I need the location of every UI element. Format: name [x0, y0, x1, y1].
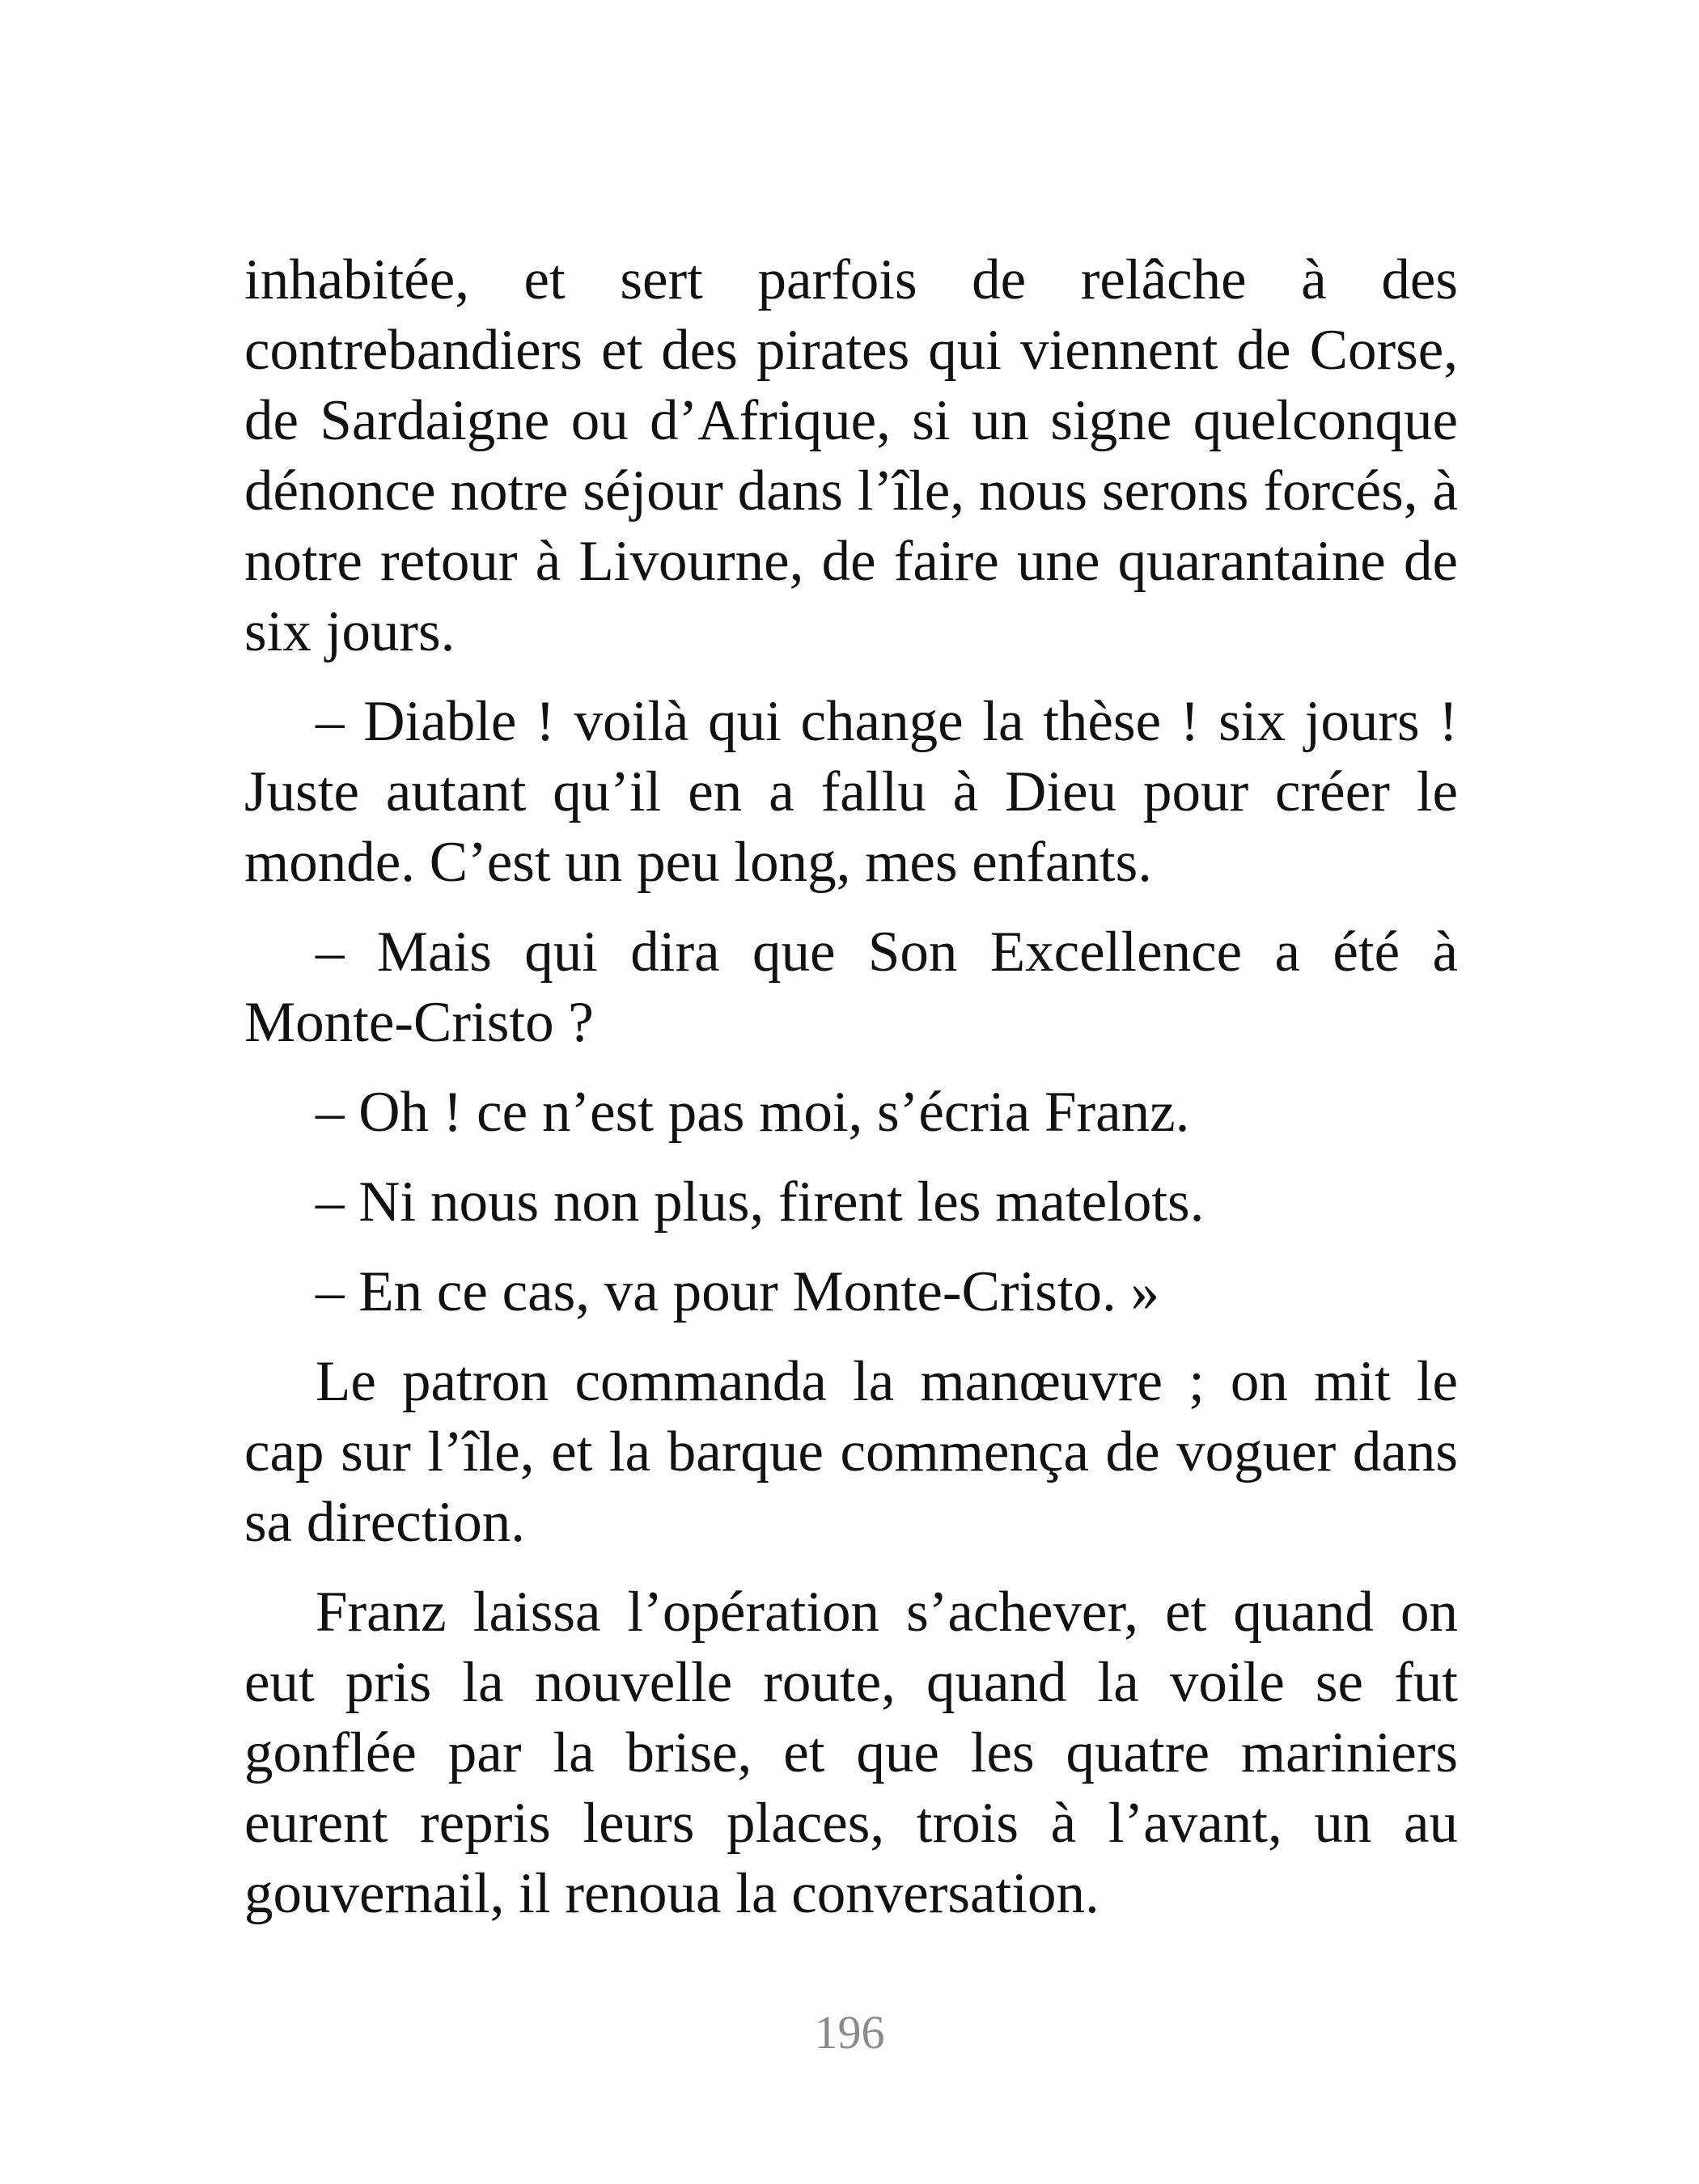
paragraph-narration: Le patron commanda la manœuvre ; on mit … [244, 1350, 1458, 1554]
page-number: 196 [814, 2006, 885, 2059]
paragraph-narration: Franz laissa l’opération s’achever, et q… [244, 1581, 1458, 1925]
body-text: inhabitée, et sert parfois de relâche à … [244, 245, 1458, 1949]
paragraph-dialogue: – En ce cas, va pour Monte-Cristo. » [316, 1260, 1160, 1323]
paragraph-dialogue: – Mais qui dira que Son Excellence a été… [244, 921, 1458, 1054]
book-page: inhabitée, et sert parfois de relâche à … [0, 0, 1699, 2184]
paragraph-dialogue: – Ni nous non plus, firent les matelots. [316, 1170, 1205, 1234]
paragraph-continuation: inhabitée, et sert parfois de relâche à … [244, 248, 1458, 663]
paragraph-dialogue: – Oh ! ce n’est pas moi, s’écria Franz. [316, 1081, 1190, 1144]
paragraph-dialogue: – Diable ! voilà qui change la thèse ! s… [244, 690, 1458, 894]
